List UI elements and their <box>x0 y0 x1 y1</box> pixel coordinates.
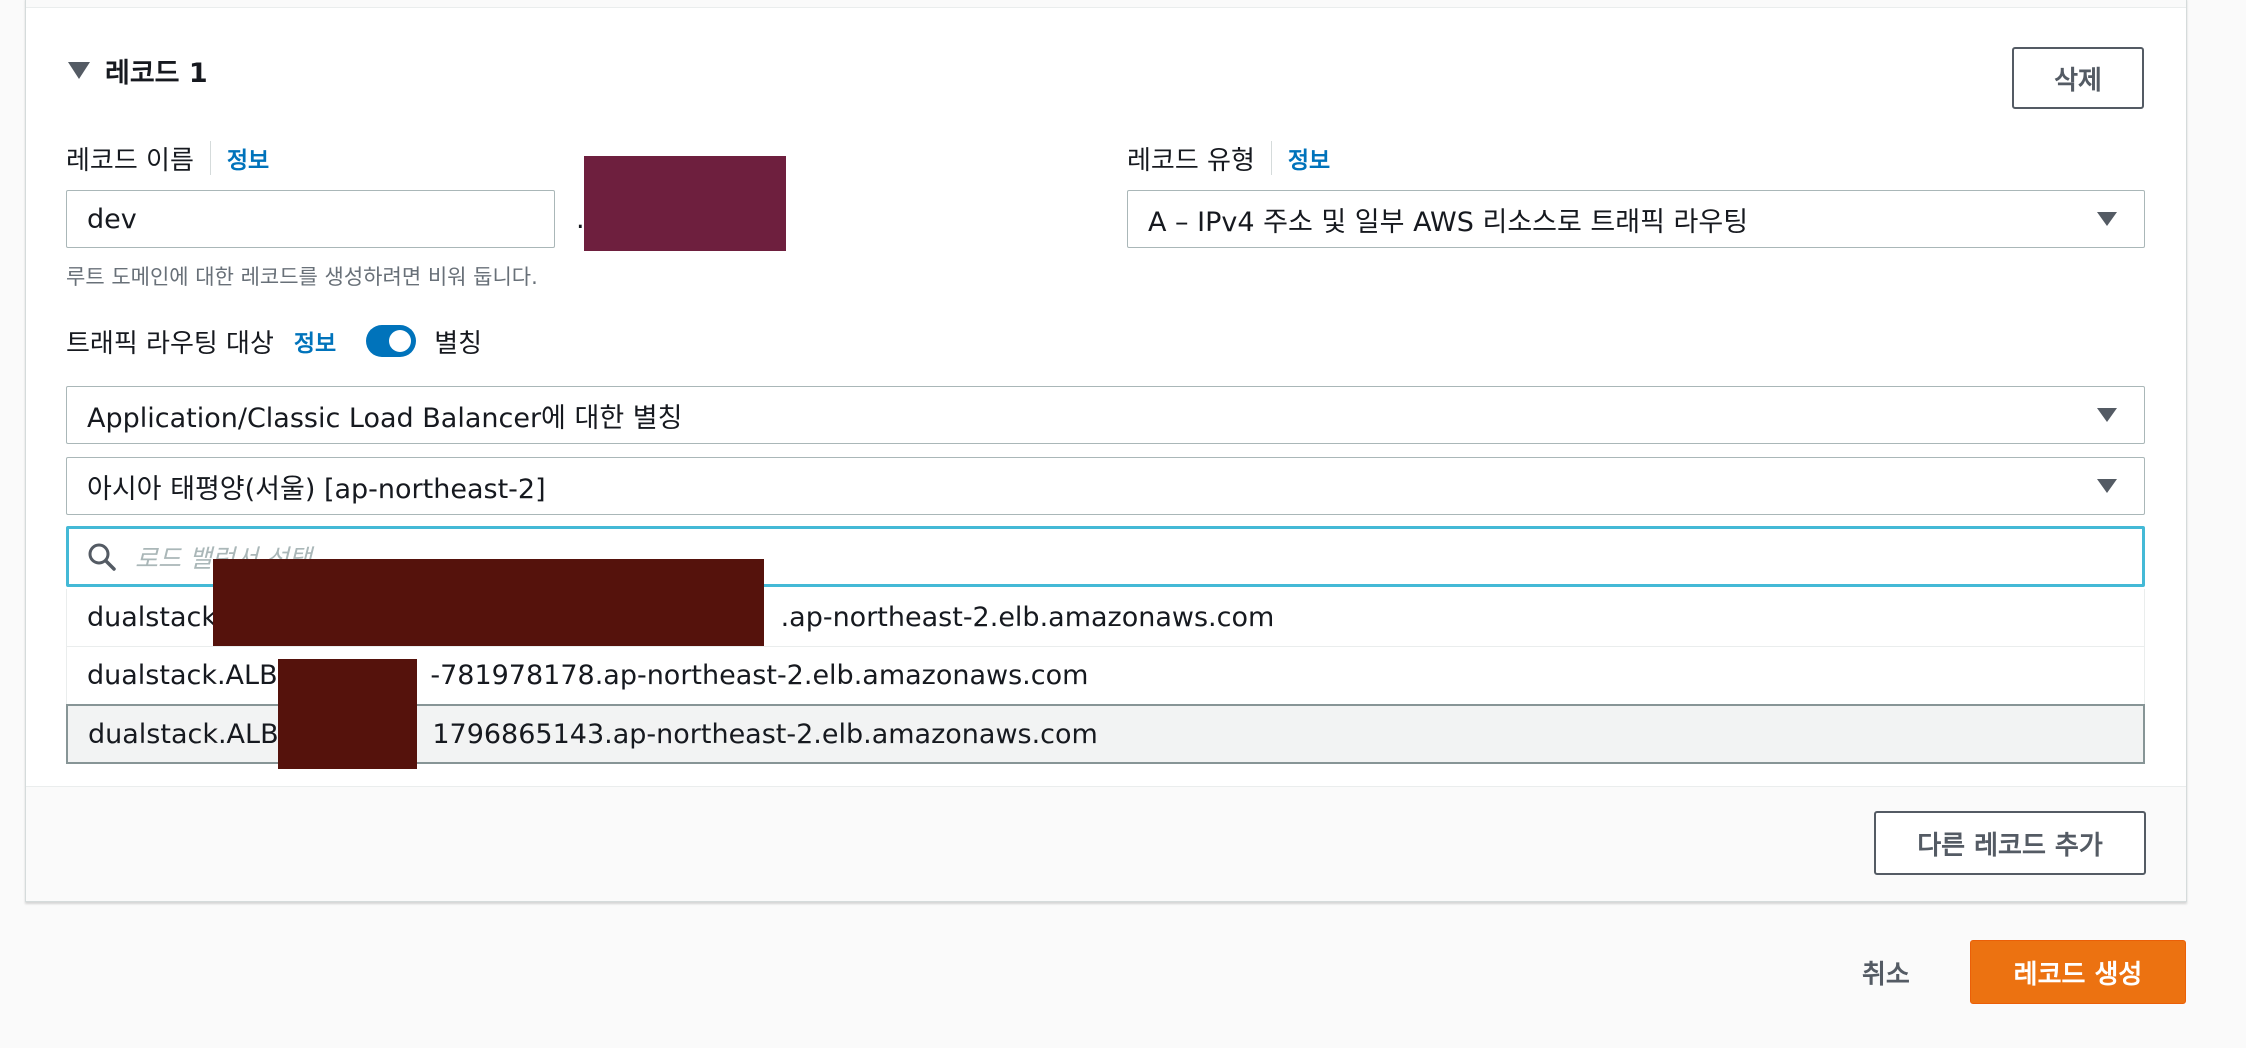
record-section-header[interactable]: 레코드 1 <box>68 51 208 90</box>
panel-footer <box>26 786 2186 901</box>
dropdown-arrow-icon <box>2097 408 2117 422</box>
divider <box>1270 141 1272 175</box>
routing-target-label: 트래픽 라우팅 대상 <box>66 328 274 359</box>
cancel-button[interactable]: 취소 <box>1862 952 1910 992</box>
dropdown-arrow-icon <box>2097 212 2117 226</box>
region-value: 아시아 태평양(서울) [ap-northeast-2] <box>87 473 546 505</box>
region-select[interactable]: 아시아 태평양(서울) [ap-northeast-2] <box>66 457 2145 515</box>
caret-down-icon[interactable] <box>68 62 90 79</box>
search-icon <box>88 543 116 571</box>
record-type-label-row: 레코드 유형 정보 <box>1127 139 1330 177</box>
record-panel: 레코드 1 삭제 레코드 이름 정보 dev . 루트 도메인에 대한 레코드를… <box>25 0 2187 902</box>
divider <box>209 141 211 175</box>
record-type-info-link[interactable]: 정보 <box>1288 141 1330 175</box>
record-type-value: A – IPv4 주소 및 일부 AWS 리소스로 트래픽 라우팅 <box>1148 206 1749 238</box>
option-prefix: dualstack.ALB- <box>88 718 289 750</box>
endpoint-value: Application/Classic Load Balancer에 대한 별칭 <box>87 402 683 434</box>
option-suffix: -781978178.ap-northeast-2.elb.amazonaws.… <box>430 660 1089 691</box>
record-type-select[interactable]: A – IPv4 주소 및 일부 AWS 리소스로 트래픽 라우팅 <box>1127 190 2145 248</box>
alias-toggle[interactable] <box>366 325 417 357</box>
option-prefix: dualstack. <box>87 602 226 633</box>
record-name-input[interactable]: dev <box>66 190 555 248</box>
routing-info-link[interactable]: 정보 <box>294 324 336 358</box>
dropdown-arrow-icon <box>2097 479 2117 493</box>
option-prefix: dualstack.ALB- <box>87 660 288 691</box>
option-suffix: .ap-northeast-2.elb.amazonaws.com <box>780 602 1275 633</box>
record-name-label: 레코드 이름 <box>66 145 194 176</box>
panel-top-strip <box>26 0 2186 8</box>
option-suffix: 1796865143.ap-northeast-2.elb.amazonaws.… <box>432 718 1098 750</box>
record-name-info-link[interactable]: 정보 <box>227 141 269 175</box>
toggle-knob <box>389 330 412 352</box>
routing-label-row: 트래픽 라우팅 대상 정보 별칭 <box>66 321 482 361</box>
redaction-box <box>278 659 417 769</box>
record-type-label: 레코드 유형 <box>1127 145 1255 176</box>
alias-toggle-label: 별칭 <box>434 328 483 359</box>
record-name-label-row: 레코드 이름 정보 <box>66 139 269 177</box>
add-another-record-button[interactable]: 다른 레코드 추가 <box>1874 811 2146 875</box>
create-records-button[interactable]: 레코드 생성 <box>1970 940 2186 1004</box>
redaction-box <box>213 559 764 646</box>
domain-name-redaction <box>584 156 786 251</box>
delete-record-button[interactable]: 삭제 <box>2012 47 2144 109</box>
record-title: 레코드 1 <box>105 58 208 89</box>
record-name-hint: 루트 도메인에 대한 레코드를 생성하려면 비워 둡니다. <box>66 265 538 289</box>
endpoint-select[interactable]: Application/Classic Load Balancer에 대한 별칭 <box>66 386 2145 444</box>
